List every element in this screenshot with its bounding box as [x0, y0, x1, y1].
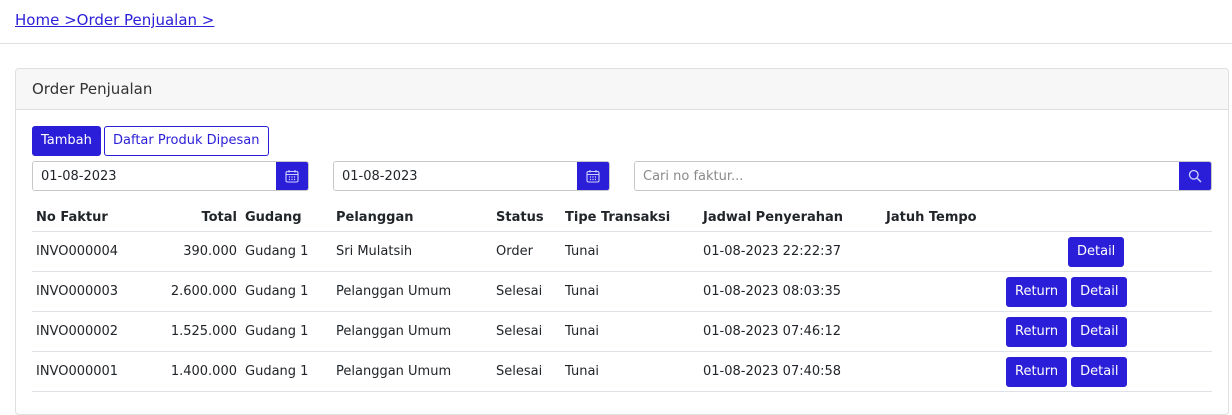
calendar-icon: [586, 170, 600, 183]
cell-jatuh-tempo: [882, 231, 1002, 272]
date-from-group: [32, 161, 309, 191]
ordered-products-button[interactable]: Daftar Produk Dipesan: [104, 126, 269, 156]
card-title: Order Penjualan: [16, 69, 1228, 110]
col-total: Total: [142, 203, 241, 232]
cell-pelanggan: Sri Mulatsih: [332, 231, 492, 272]
cell-no-faktur: INVO000003: [32, 271, 142, 312]
col-tipe-transaksi: Tipe Transaksi: [561, 203, 699, 232]
cell-actions: Return Detail: [1002, 311, 1212, 352]
cell-jadwal: 01-08-2023 08:03:35: [699, 271, 882, 312]
add-button[interactable]: Tambah: [32, 126, 101, 156]
col-status: Status: [492, 203, 561, 232]
table-row: INVO000001 1.400.000 Gudang 1 Pelanggan …: [32, 351, 1212, 392]
cell-actions: Return Detail: [1002, 351, 1212, 392]
cell-jadwal: 01-08-2023 22:22:37: [699, 231, 882, 272]
cell-no-faktur: INVO000004: [32, 231, 142, 272]
search-input[interactable]: [635, 162, 1179, 190]
cell-status: Selesai: [492, 271, 561, 312]
search-button[interactable]: [1179, 162, 1211, 190]
col-jadwal-penyerahan: Jadwal Penyerahan: [699, 203, 882, 232]
header-divider: [0, 43, 1232, 44]
table-header-row: No Faktur Total Gudang Pelanggan Status …: [32, 203, 1212, 232]
table-row: INVO000004 390.000 Gudang 1 Sri Mulatsih…: [32, 231, 1212, 272]
cell-jadwal: 01-08-2023 07:46:12: [699, 311, 882, 352]
col-no-faktur: No Faktur: [32, 203, 142, 232]
return-button[interactable]: Return: [1006, 276, 1068, 307]
cell-tipe: Tunai: [561, 271, 699, 312]
date-from-picker-button[interactable]: [276, 162, 308, 190]
date-from-input[interactable]: [33, 162, 276, 190]
cell-tipe: Tunai: [561, 231, 699, 272]
search-icon: [1188, 169, 1202, 183]
cell-total: 390.000: [142, 231, 241, 272]
order-card: Order Penjualan Tambah Daftar Produk Dip…: [15, 68, 1229, 415]
return-button[interactable]: Return: [1006, 356, 1068, 387]
cell-gudang: Gudang 1: [241, 231, 332, 272]
cell-jatuh-tempo: [882, 311, 1002, 352]
col-actions: [1002, 203, 1212, 232]
date-to-group: [333, 161, 610, 191]
cell-jadwal: 01-08-2023 07:40:58: [699, 351, 882, 392]
col-jatuh-tempo: Jatuh Tempo: [882, 203, 1002, 232]
cell-gudang: Gudang 1: [241, 351, 332, 392]
cell-jatuh-tempo: [882, 351, 1002, 392]
detail-button[interactable]: Detail: [1071, 276, 1128, 307]
cell-tipe: Tunai: [561, 351, 699, 392]
date-to-input[interactable]: [334, 162, 577, 190]
detail-button[interactable]: Detail: [1071, 356, 1128, 387]
col-gudang: Gudang: [241, 203, 332, 232]
cell-status: Order: [492, 231, 561, 272]
orders-table: No Faktur Total Gudang Pelanggan Status …: [32, 203, 1212, 392]
cell-no-faktur: INVO000002: [32, 311, 142, 352]
breadcrumb-home-link[interactable]: Home >: [15, 11, 77, 29]
cell-gudang: Gudang 1: [241, 311, 332, 352]
cell-status: Selesai: [492, 311, 561, 352]
breadcrumb: Home >Order Penjualan >: [15, 10, 214, 30]
search-group: [634, 161, 1212, 191]
date-to-picker-button[interactable]: [577, 162, 609, 190]
cell-total: 1.400.000: [142, 351, 241, 392]
cell-total: 2.600.000: [142, 271, 241, 312]
calendar-icon: [285, 170, 299, 183]
breadcrumb-order-link[interactable]: Order Penjualan >: [77, 11, 215, 29]
cell-total: 1.525.000: [142, 311, 241, 352]
cell-jatuh-tempo: [882, 271, 1002, 312]
detail-button[interactable]: Detail: [1068, 236, 1125, 267]
table-row: INVO000002 1.525.000 Gudang 1 Pelanggan …: [32, 311, 1212, 352]
cell-no-faktur: INVO000001: [32, 351, 142, 392]
cell-gudang: Gudang 1: [241, 271, 332, 312]
col-pelanggan: Pelanggan: [332, 203, 492, 232]
detail-button[interactable]: Detail: [1071, 316, 1128, 347]
cell-pelanggan: Pelanggan Umum: [332, 311, 492, 352]
cell-status: Selesai: [492, 351, 561, 392]
cell-actions: Detail: [1002, 231, 1212, 272]
cell-pelanggan: Pelanggan Umum: [332, 351, 492, 392]
table-row: INVO000003 2.600.000 Gudang 1 Pelanggan …: [32, 271, 1212, 312]
cell-tipe: Tunai: [561, 311, 699, 352]
cell-actions: Return Detail: [1002, 271, 1212, 312]
return-button[interactable]: Return: [1006, 316, 1068, 347]
cell-pelanggan: Pelanggan Umum: [332, 271, 492, 312]
